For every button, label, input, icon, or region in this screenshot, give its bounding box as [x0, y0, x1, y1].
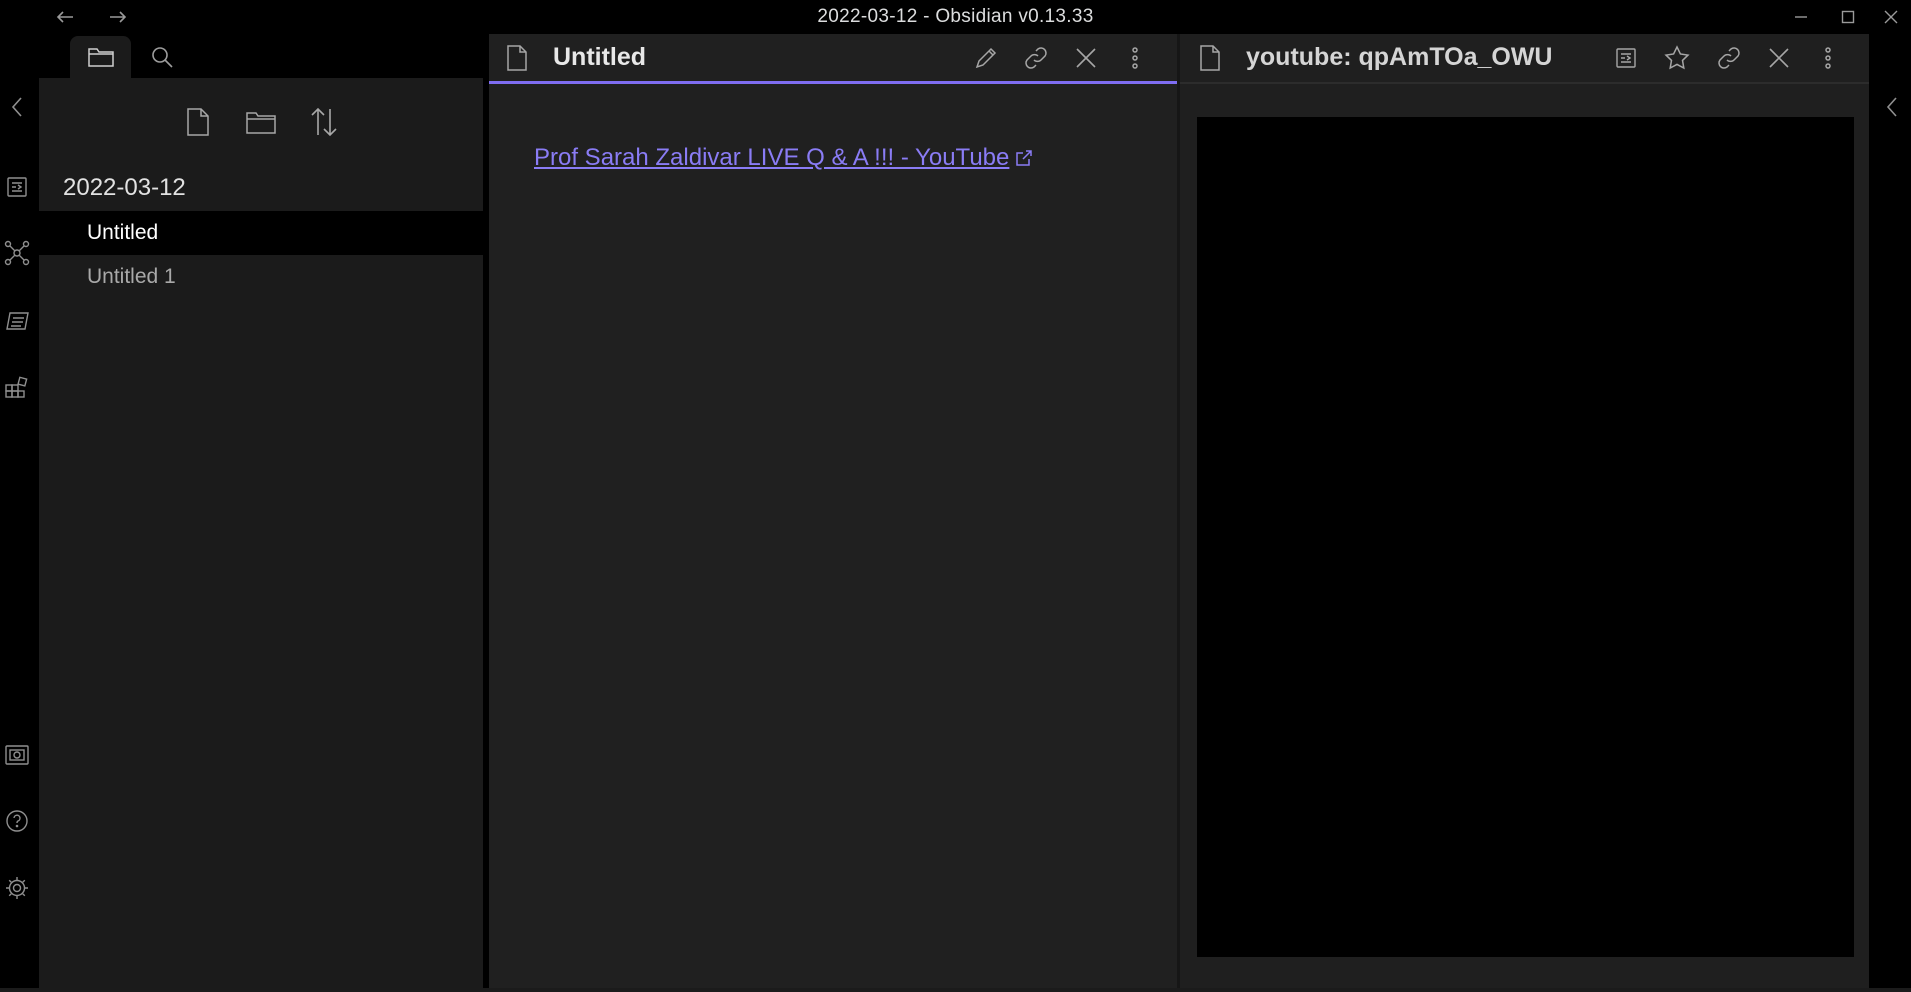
open-command-palette-icon[interactable]	[2, 306, 32, 336]
editor-title[interactable]: Untitled	[553, 43, 646, 72]
window-title: 2022-03-12 - Obsidian v0.13.33	[817, 6, 1094, 27]
expand-right-sidebar-icon[interactable]	[1877, 92, 1907, 122]
file-item-untitled[interactable]: Untitled	[39, 211, 483, 255]
editor-pane	[489, 34, 1177, 988]
close-window-icon[interactable]	[1876, 4, 1906, 30]
webview-title[interactable]: youtube: qpAmTOa_OWU	[1246, 43, 1552, 72]
new-folder-icon	[245, 109, 277, 135]
new-note-icon	[186, 107, 210, 137]
document-icon	[1199, 44, 1221, 72]
maximize-icon[interactable]	[1833, 4, 1863, 30]
file-explorer-tab[interactable]	[70, 36, 131, 78]
sort-button[interactable]	[306, 104, 342, 140]
new-note-button[interactable]	[180, 104, 216, 140]
link-icon[interactable]	[1713, 42, 1745, 74]
settings-icon[interactable]	[2, 873, 32, 903]
right-ribbon	[1869, 34, 1911, 988]
open-quick-switcher-icon[interactable]	[2, 172, 32, 202]
open-vault-icon[interactable]	[2, 740, 32, 770]
search-tab[interactable]	[145, 40, 179, 74]
more-options-icon[interactable]	[1812, 42, 1844, 74]
graph-view-icon[interactable]	[2, 238, 32, 268]
status-bar	[0, 988, 1911, 992]
more-options-icon[interactable]	[1119, 42, 1151, 74]
close-pane-icon[interactable]	[1070, 42, 1102, 74]
video-embed[interactable]	[1197, 117, 1854, 957]
file-item-label: Untitled	[87, 221, 159, 244]
collapse-left-sidebar-icon[interactable]	[2, 92, 32, 122]
search-icon	[150, 45, 174, 69]
close-pane-icon[interactable]	[1763, 42, 1795, 74]
quick-switcher-icon[interactable]	[1610, 42, 1642, 74]
external-link[interactable]: Prof Sarah Zaldivar LIVE Q & A !!! - You…	[534, 144, 1033, 172]
edit-pencil-icon[interactable]	[970, 42, 1002, 74]
link-text: Prof Sarah Zaldivar LIVE Q & A !!! - You…	[534, 144, 1010, 171]
file-item-untitled-1[interactable]: Untitled 1	[39, 255, 483, 299]
external-link-icon	[1015, 149, 1033, 167]
help-icon[interactable]	[2, 806, 32, 836]
sort-icon	[310, 107, 338, 137]
file-item-label: Untitled 1	[87, 265, 176, 288]
new-folder-button[interactable]	[243, 104, 279, 140]
minimize-icon[interactable]	[1786, 4, 1816, 30]
folder-name[interactable]: 2022-03-12	[63, 174, 186, 202]
document-icon	[506, 44, 528, 72]
star-icon[interactable]	[1661, 42, 1693, 74]
file-explorer-icon	[87, 45, 115, 69]
link-icon[interactable]	[1020, 42, 1052, 74]
insert-template-icon[interactable]	[2, 373, 32, 403]
